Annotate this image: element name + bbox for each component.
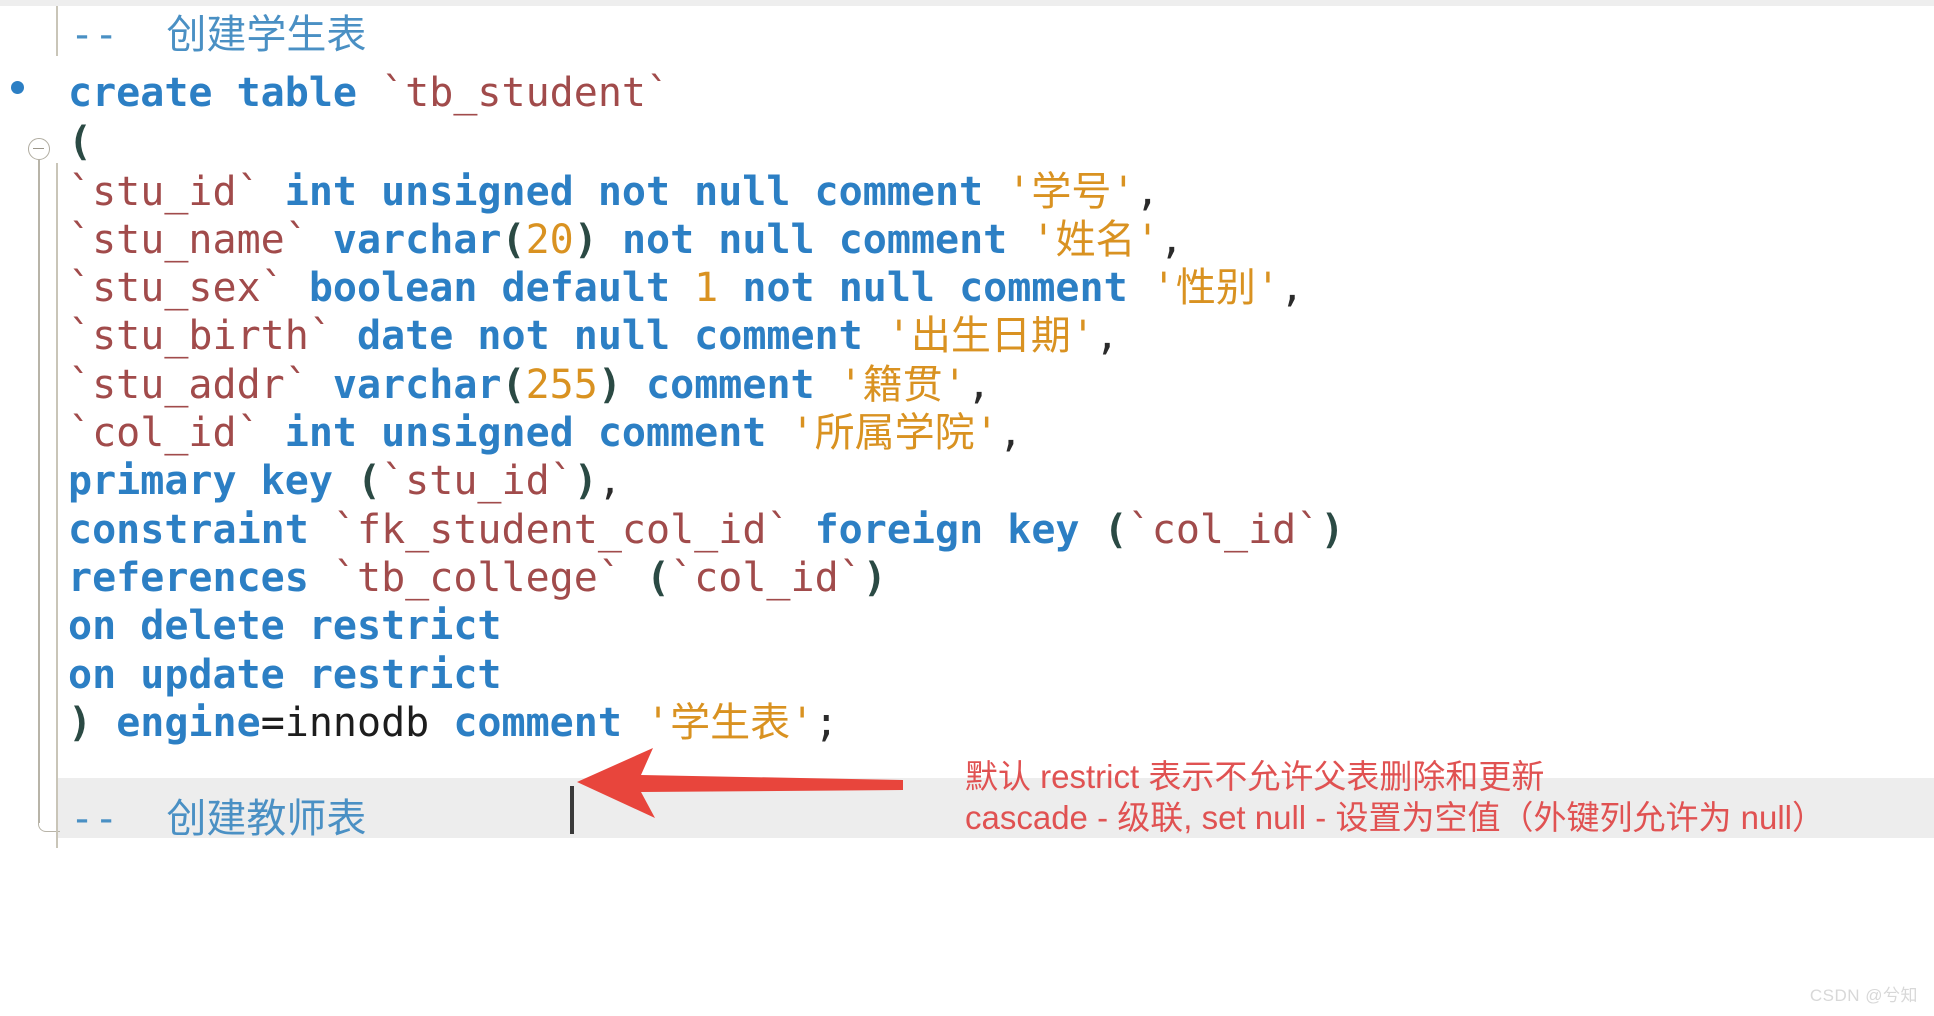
token-keyword: comment [646,362,815,408]
token-string: '姓名' [1031,217,1160,263]
token-paren: ) [68,700,93,746]
csdn-watermark: CSDN @兮知 [1809,986,1918,1005]
token-punct: , [1095,313,1120,359]
token-number: 1 [694,265,719,311]
screenshot-root: -- 创建学生表 create table `tb_student`(`stu_i… [0,0,1934,1016]
token-paren: ( [646,555,671,601]
token-ident: `tb_college` [332,555,622,601]
token-ident: `stu_sex` [68,265,285,311]
token-paren: ( [357,458,382,504]
token-keyword: comment [453,700,622,746]
token-keyword: foreign key [814,507,1080,553]
token-paren: ) [573,217,598,263]
token-number: 20 [525,217,574,263]
line-comment-create-student[interactable]: -- 创建学生表 [70,6,366,66]
annotation-text: 默认 restrict 表示不允许父表删除和更新 cascade - 级联, s… [965,756,1925,838]
token-number: 255 [525,362,598,408]
token-punct: ; [814,700,839,746]
left-arrow-icon [575,742,905,820]
token-ident: `stu_id` [68,169,261,215]
line-create-table[interactable]: create table `tb_student` [68,64,670,124]
token-punct: , [1135,169,1160,215]
token-string: '出生日期' [886,313,1095,359]
token-ident: `stu_addr` [68,362,309,408]
token-string: '籍贯' [838,362,967,408]
token-plain: =innodb [260,700,454,746]
token-ident: `stu_id` [381,458,574,504]
annotation-line-2: cascade - 级联, set null - 设置为空值（外键列允许为 nu… [965,799,1825,836]
token-paren: ) [862,555,887,601]
code-area[interactable]: -- 创建学生表 create table `tb_student`(`stu_i… [0,0,1934,1016]
token-comment: -- 创建学生表 [70,12,367,58]
token-keyword: int unsigned not null comment [284,169,984,215]
token-string: '性别' [1151,265,1280,311]
token-keyword: varchar [332,362,502,408]
token-ident: `fk_student_col_id` [332,507,791,553]
token-keyword: varchar [332,217,502,263]
token-ident: `col_id` [68,410,261,456]
token-keyword: int unsigned comment [284,410,767,456]
token-punct: , [597,458,622,504]
token-paren: ) [1320,507,1345,553]
token-keyword: references [68,555,309,601]
token-paren: ( [501,362,526,408]
token-string: '学号' [1007,169,1136,215]
token-ident: `col_id` [1127,507,1321,553]
token-keyword: primary key [68,458,333,504]
token-ident: `stu_name` [68,217,309,263]
token-keyword: constraint [68,507,309,553]
token-keyword: create table [68,70,357,116]
token-ident: `col_id` [670,555,863,601]
token-paren: ( [501,217,526,263]
token-string: '学生表' [646,700,815,746]
token-keyword: on delete restrict [68,603,502,649]
token-ident: `stu_birth` [68,313,333,359]
token-keyword: not null comment [621,217,1008,263]
annotation-line-1: 默认 restrict 表示不允许父表删除和更新 [965,758,1545,795]
token-comment: -- 创建教师表 [70,796,367,842]
token-punct: , [1159,217,1184,263]
token-paren: ) [597,362,622,408]
token-keyword: on update restrict [68,652,502,698]
token-keyword: date not null comment [357,313,863,359]
token-keyword: not null comment [742,265,1128,311]
token-paren: ( [68,119,93,165]
token-ident: `tb_student` [381,70,671,116]
token-paren: ( [1103,507,1128,553]
token-string: '所属学院' [790,410,999,456]
token-punct: , [966,362,991,408]
line-comment-create-teacher[interactable]: -- 创建教师表 [70,790,366,850]
token-keyword: engine [116,700,261,746]
token-punct: , [1279,265,1305,311]
token-keyword: boolean default [308,265,671,311]
token-paren: ) [573,458,598,504]
text-caret [570,786,574,834]
token-punct: , [998,410,1023,456]
